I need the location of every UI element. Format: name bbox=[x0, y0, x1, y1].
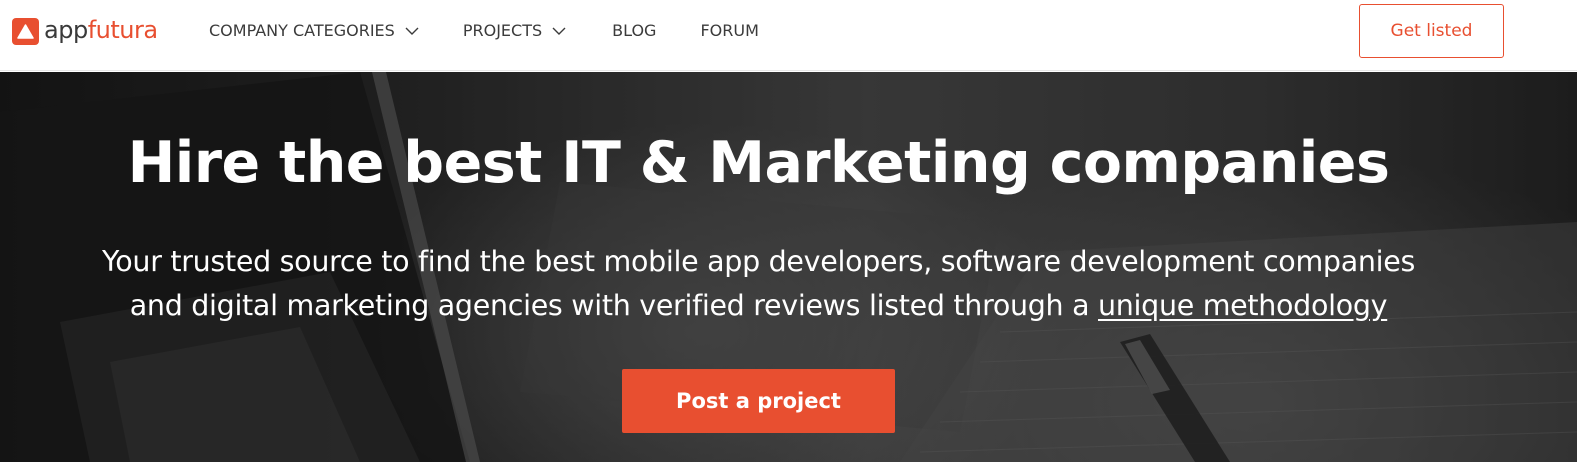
site-header: appfutura COMPANY CATEGORIES PROJECTS BL… bbox=[0, 0, 1577, 71]
chevron-down-icon bbox=[552, 27, 566, 35]
main-nav: COMPANY CATEGORIES PROJECTS BLOG FORUM bbox=[209, 0, 759, 61]
nav-item-company-categories[interactable]: COMPANY CATEGORIES bbox=[209, 21, 419, 40]
logo-wordmark: appfutura bbox=[44, 15, 158, 44]
nav-item-blog[interactable]: BLOG bbox=[612, 21, 656, 40]
appfutura-logo[interactable]: appfutura bbox=[12, 16, 158, 46]
hero-subtitle-line-1: Your trusted source to find the best mob… bbox=[101, 245, 1416, 278]
unique-methodology-link[interactable]: unique methodology bbox=[1098, 289, 1388, 322]
hero-subtitle-line-2-text: and digital marketing agencies with veri… bbox=[129, 289, 1099, 322]
nav-item-label: COMPANY CATEGORIES bbox=[209, 21, 395, 40]
nav-item-label: FORUM bbox=[700, 21, 759, 40]
nav-item-projects[interactable]: PROJECTS bbox=[463, 21, 566, 40]
nav-item-label: PROJECTS bbox=[462, 21, 543, 40]
logo-triangle-icon bbox=[12, 17, 39, 45]
nav-item-label: BLOG bbox=[612, 21, 657, 40]
hero-section: Hire the best IT & Marketing companies Y… bbox=[0, 72, 1577, 462]
hero-subtitle-line-2: and digital marketing agencies with veri… bbox=[40, 284, 1477, 328]
post-a-project-button[interactable]: Post a project bbox=[622, 369, 895, 433]
get-listed-button[interactable]: Get listed bbox=[1359, 4, 1504, 58]
hero-subtitle: Your trusted source to find the best mob… bbox=[40, 240, 1477, 328]
nav-item-forum[interactable]: FORUM bbox=[700, 21, 758, 40]
hero-title: Hire the best IT & Marketing companies bbox=[127, 130, 1390, 196]
chevron-down-icon bbox=[405, 27, 419, 35]
